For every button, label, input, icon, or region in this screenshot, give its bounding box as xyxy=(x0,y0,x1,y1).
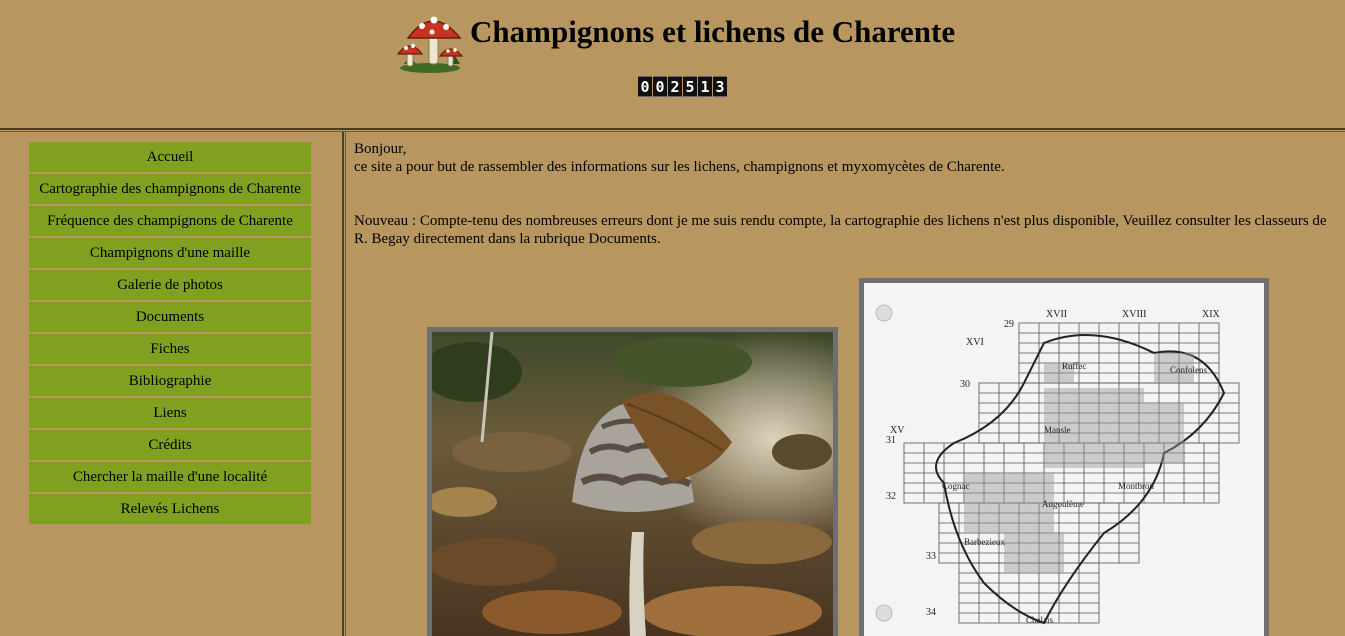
map-col-label: XVI xyxy=(966,337,984,348)
map-col-label: XIX xyxy=(1202,309,1221,320)
counter-digit: 5 xyxy=(683,76,697,97)
sidebar-divider xyxy=(342,132,344,636)
nav-item-champignons-maille[interactable]: Champignons d'une maille xyxy=(29,238,311,268)
nav-item-frequence-champignons[interactable]: Fréquence des champignons de Charente xyxy=(29,206,311,236)
map-row-label: 30 xyxy=(960,379,970,390)
map-place-label: Confolens xyxy=(1170,365,1207,375)
main-content: Bonjour, ce site a pour but de rassemble… xyxy=(354,140,1339,248)
nav-item-galerie-photos[interactable]: Galerie de photos xyxy=(29,270,311,300)
header-divider xyxy=(0,128,1345,130)
news-text: Nouveau : Compte-tenu des nombreuses err… xyxy=(354,213,1327,247)
nav-item-liens[interactable]: Liens xyxy=(29,398,311,428)
visit-counter: 0 0 2 5 1 3 xyxy=(638,76,727,97)
nav-item-bibliographie[interactable]: Bibliographie xyxy=(29,366,311,396)
site-title: Champignons et lichens de Charente xyxy=(470,14,956,49)
mushroom-photo-image xyxy=(432,332,833,636)
nav-item-accueil[interactable]: Accueil xyxy=(29,142,311,172)
map-scan: XV XVI XVII XVIII XIX 29 30 31 32 33 34 … xyxy=(859,278,1269,636)
sidebar-divider-shadow xyxy=(345,132,346,636)
nav-item-cartographie-champignons[interactable]: Cartographie des champignons de Charente xyxy=(29,174,311,204)
nav-item-fiches[interactable]: Fiches xyxy=(29,334,311,364)
counter-digit: 0 xyxy=(638,76,652,97)
map-place-label: Angoulême xyxy=(1042,499,1084,509)
mushroom-photo xyxy=(427,327,838,636)
map-col-label: XVII xyxy=(1046,309,1067,320)
counter-digit: 0 xyxy=(653,76,667,97)
map-place-label: Montbron xyxy=(1118,481,1155,491)
map-place-label: Chalais xyxy=(1026,615,1053,625)
counter-digit: 2 xyxy=(668,76,682,97)
map-place-label: Ruffec xyxy=(1062,361,1086,371)
map-place-label: Cognac xyxy=(942,481,970,491)
header: Champignons et lichens de Charente 0 0 2… xyxy=(0,0,1345,128)
map-row-label: 33 xyxy=(926,551,936,562)
header-divider-shadow xyxy=(0,131,1345,132)
nav-item-credits[interactable]: Crédits xyxy=(29,430,311,460)
map-place-label: Barbezieux xyxy=(964,537,1005,547)
mushroom-logo-icon xyxy=(396,8,468,74)
map-row-label: 32 xyxy=(886,491,896,502)
charente-grid-map: XV XVI XVII XVIII XIX 29 30 31 32 33 34 … xyxy=(864,283,1264,636)
map-row-label: 34 xyxy=(926,607,936,618)
map-place-label: Mansle xyxy=(1044,425,1071,435)
map-row-label: 29 xyxy=(1004,319,1014,330)
counter-digit: 1 xyxy=(698,76,712,97)
nav-item-documents[interactable]: Documents xyxy=(29,302,311,332)
map-row-label: 31 xyxy=(886,435,896,446)
nav-item-chercher-maille[interactable]: Chercher la maille d'une localité xyxy=(29,462,311,492)
greeting-text: Bonjour, xyxy=(354,141,407,157)
map-col-label: XVIII xyxy=(1122,309,1146,320)
intro-text: ce site a pour but de rassembler des inf… xyxy=(354,159,1005,175)
sidebar-nav: Accueil Cartographie des champignons de … xyxy=(29,142,311,526)
nav-item-releves-lichens[interactable]: Relevés Lichens xyxy=(29,494,311,524)
counter-digit: 3 xyxy=(713,76,727,97)
